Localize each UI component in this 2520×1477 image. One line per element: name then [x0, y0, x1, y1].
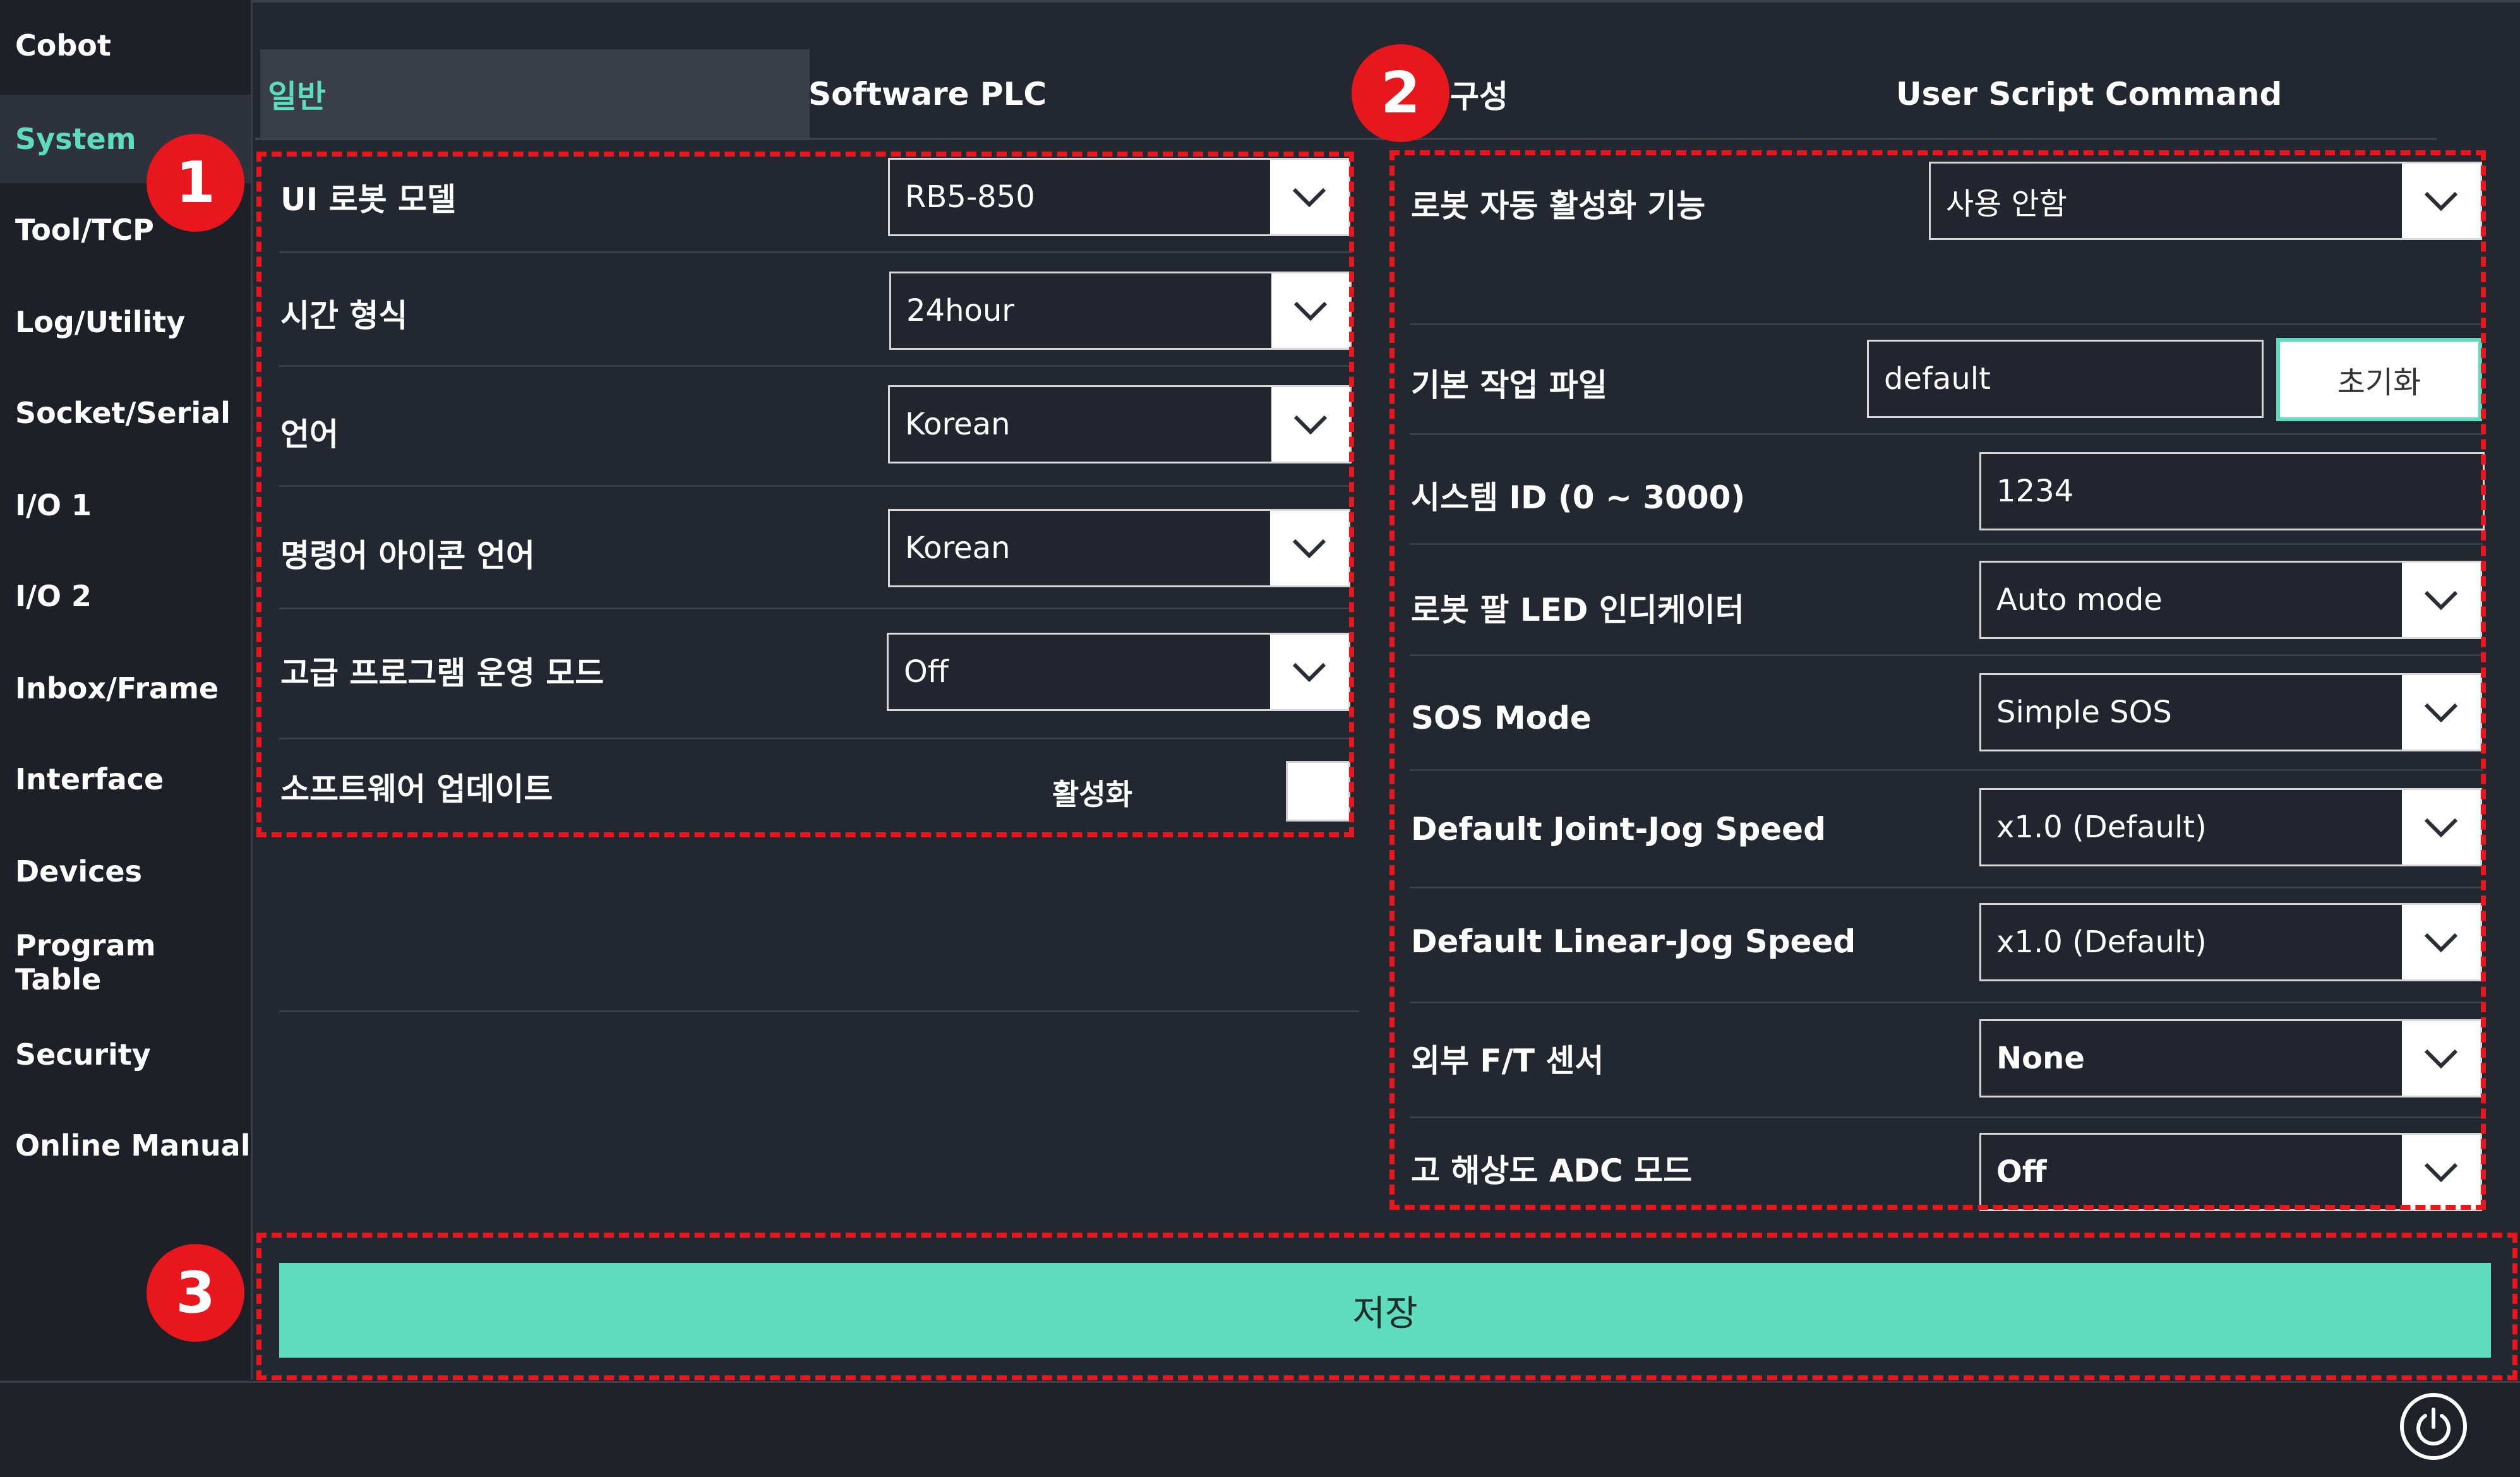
- annotation-badge-2: 2: [1352, 44, 1449, 142]
- annotation-box-1: [256, 152, 1354, 837]
- annotation-box-3: [256, 1233, 2517, 1380]
- annotation-box-2: [1389, 150, 2486, 1210]
- power-button[interactable]: [2400, 1393, 2467, 1460]
- top-border: [253, 0, 2520, 3]
- power-icon: [2416, 1408, 2451, 1446]
- bottom-bar: [0, 1381, 2520, 1477]
- tab-general[interactable]: 일반: [260, 49, 810, 139]
- sidebar-item-io1[interactable]: I/O 1: [0, 461, 251, 549]
- sidebar-item-devices[interactable]: Devices: [0, 827, 251, 916]
- sidebar-item-log-utility[interactable]: Log/Utility: [0, 278, 251, 366]
- sidebar-item-io2[interactable]: I/O 2: [0, 552, 251, 640]
- annotation-badge-3: 3: [147, 1244, 244, 1342]
- tab-user-script-command[interactable]: User Script Command: [1896, 49, 2282, 139]
- tab-software-plc[interactable]: Software PLC: [808, 49, 1047, 139]
- tab-general-label: 일반: [268, 78, 326, 115]
- sidebar-item-socket-serial[interactable]: Socket/Serial: [0, 369, 251, 457]
- tab-underline: [255, 138, 2437, 140]
- tab-configuration[interactable]: 구성: [1450, 49, 1508, 139]
- tab-configuration-label: 구성: [1450, 78, 1508, 115]
- sidebar-item-online-manual[interactable]: Online Manual: [0, 1101, 251, 1190]
- sidebar-item-cobot[interactable]: Cobot: [0, 1, 251, 90]
- tab-software-plc-label: Software PLC: [808, 76, 1047, 112]
- sidebar-item-interface[interactable]: Interface: [0, 735, 251, 823]
- tab-user-script-command-label: User Script Command: [1896, 76, 2283, 112]
- sidebar-item-program-table[interactable]: Program Table: [0, 918, 251, 1007]
- sidebar-item-security[interactable]: Security: [0, 1010, 251, 1099]
- annotation-badge-1: 1: [147, 134, 244, 232]
- sidebar-item-inbox-frame[interactable]: Inbox/Frame: [0, 644, 251, 733]
- section-divider: [279, 1010, 1359, 1012]
